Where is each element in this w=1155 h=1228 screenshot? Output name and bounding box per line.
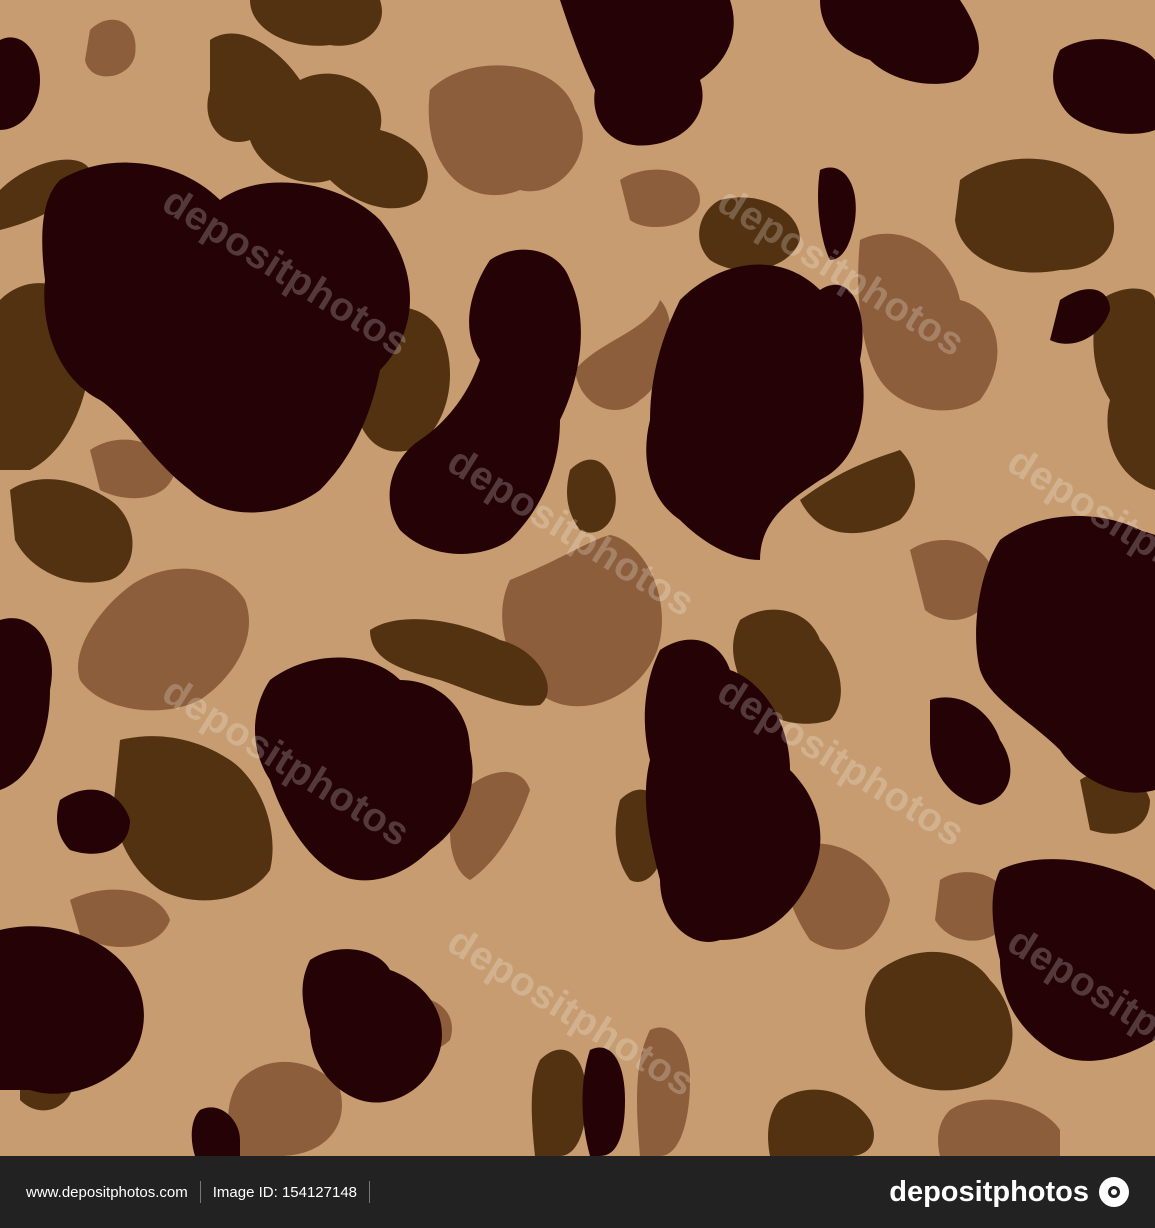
camouflage-pattern: depositphotos depositphotos depositphoto… xyxy=(0,0,1155,1156)
footer-brand: depositphotos xyxy=(889,1176,1129,1209)
brand-name: depositphotos xyxy=(889,1175,1089,1208)
footer-separator xyxy=(369,1181,371,1203)
camouflage-svg xyxy=(0,0,1155,1156)
footer-info: www.depositphotos.com Image ID: 15412714… xyxy=(26,1181,382,1203)
footer-website: www.depositphotos.com xyxy=(26,1183,188,1201)
medium-spot xyxy=(531,1049,587,1156)
footer-image-id: Image ID: 154127148 xyxy=(212,1183,358,1201)
footer-separator xyxy=(199,1181,201,1203)
footer-bar: www.depositphotos.com Image ID: 15412714… xyxy=(0,1156,1155,1228)
camera-lens-icon xyxy=(1099,1177,1129,1207)
